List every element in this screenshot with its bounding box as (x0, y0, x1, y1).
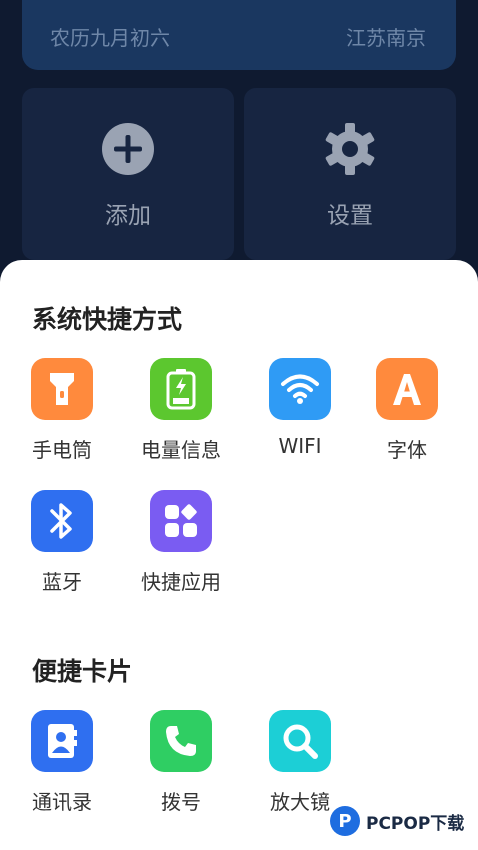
app-label: WIFI (278, 434, 322, 458)
apps-icon (150, 490, 212, 552)
font-icon (376, 358, 438, 420)
add-tile[interactable]: 添加 (22, 88, 234, 260)
plus-circle-icon (102, 123, 154, 175)
app-bluetooth[interactable]: 蓝牙 (2, 490, 122, 595)
flashlight-icon (31, 358, 93, 420)
app-wifi[interactable]: WIFI (240, 358, 360, 458)
watermark: P PCPOP下载 (330, 806, 464, 836)
city-name: 江苏南京 (346, 26, 426, 50)
app-quick-apps[interactable]: 快捷应用 (121, 490, 241, 595)
magnifier-icon (269, 710, 331, 772)
shortcut-sheet: 系统快捷方式 手电筒 电量信息 WIFI 字体 蓝牙 快捷应用 便捷卡片 通讯录… (0, 260, 478, 850)
app-label: 电量信息 (141, 438, 221, 462)
app-label: 拨号 (161, 790, 201, 814)
app-font[interactable]: 字体 (347, 358, 467, 463)
app-label: 通讯录 (32, 790, 92, 814)
settings-tile[interactable]: 设置 (244, 88, 456, 260)
app-magnifier[interactable]: 放大镜 (240, 710, 360, 815)
watermark-text: PCPOP下载 (366, 813, 465, 834)
contacts-icon (31, 710, 93, 772)
section-title-cards: 便捷卡片 (32, 657, 133, 686)
wifi-icon (269, 358, 331, 420)
settings-label: 设置 (327, 203, 373, 229)
app-label: 蓝牙 (42, 570, 82, 594)
app-flashlight[interactable]: 手电筒 (2, 358, 122, 463)
lunar-date: 农历九月初六 (50, 26, 170, 50)
watermark-logo: P (330, 806, 360, 836)
date-card: 农历九月初六 江苏南京 (22, 0, 456, 70)
bluetooth-icon (31, 490, 93, 552)
app-contacts[interactable]: 通讯录 (2, 710, 122, 815)
gear-icon (325, 123, 375, 175)
app-label: 快捷应用 (141, 570, 221, 594)
section-title-system: 系统快捷方式 (32, 305, 183, 334)
app-label: 字体 (387, 438, 427, 462)
app-battery[interactable]: 电量信息 (121, 358, 241, 463)
add-label: 添加 (105, 203, 151, 229)
app-label: 手电筒 (32, 438, 92, 462)
battery-icon (150, 358, 212, 420)
app-dialer[interactable]: 拨号 (121, 710, 241, 815)
phone-icon (150, 710, 212, 772)
